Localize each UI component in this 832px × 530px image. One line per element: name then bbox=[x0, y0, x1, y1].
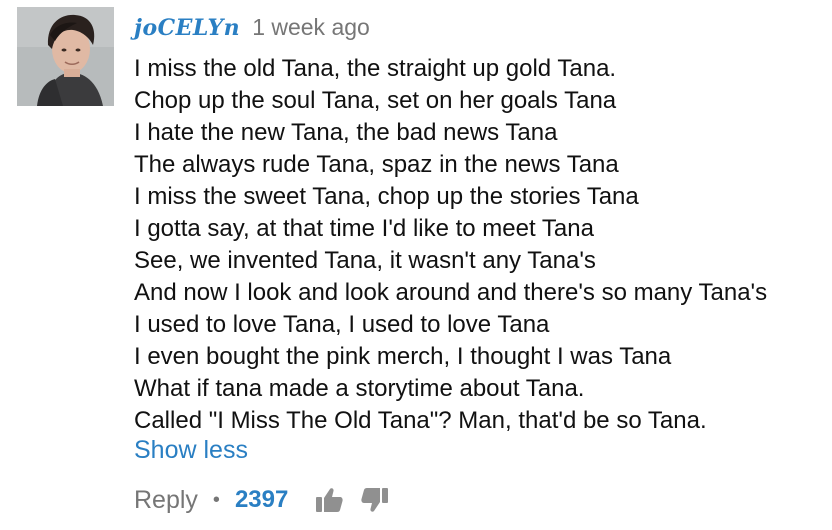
author-name[interactable]: joCELYn bbox=[134, 15, 240, 41]
like-count: 2397 bbox=[234, 486, 289, 513]
comment-line: I miss the sweet Tana, chop up the stori… bbox=[134, 183, 639, 210]
avatar[interactable] bbox=[17, 7, 114, 106]
separator-dot: • bbox=[212, 488, 220, 511]
comment-thread: joCELYn 1 week ago I miss the old Tana, t… bbox=[0, 0, 832, 530]
avatar-photo bbox=[17, 7, 114, 106]
comment-text: I miss the old Tana, the straight up gol… bbox=[134, 53, 767, 437]
comment-actions: Reply • 2397 bbox=[134, 483, 390, 517]
comment-line: Chop up the soul Tana, set on her goals … bbox=[134, 87, 617, 114]
comment-line: I used to love Tana, I used to love Tana bbox=[134, 311, 550, 338]
comment-header: joCELYn 1 week ago bbox=[134, 12, 370, 42]
dislike-button[interactable] bbox=[360, 485, 390, 515]
thumbs-up-icon bbox=[316, 488, 343, 512]
comment-line: I hate the new Tana, the bad news Tana bbox=[134, 119, 558, 146]
comment-line: I even bought the pink merch, I thought … bbox=[134, 343, 672, 370]
comment-line: See, we invented Tana, it wasn't any Tan… bbox=[134, 247, 596, 274]
reply-button[interactable]: Reply bbox=[134, 486, 198, 515]
comment-line: I miss the old Tana, the straight up gol… bbox=[134, 55, 617, 82]
thumbs-down-icon bbox=[361, 488, 389, 512]
comment-line: The always rude Tana, spaz in the news T… bbox=[134, 151, 619, 178]
comment-line: Called "I Miss The Old Tana"? Man, that'… bbox=[134, 407, 707, 434]
like-button[interactable] bbox=[314, 485, 344, 515]
comment-line: And now I look and look around and there… bbox=[134, 279, 768, 306]
show-less-link[interactable]: Show less bbox=[134, 434, 248, 466]
comment-timestamp[interactable]: 1 week ago bbox=[252, 14, 370, 40]
comment-line: What if tana made a storytime about Tana… bbox=[134, 375, 585, 402]
comment-line: I gotta say, at that time I'd like to me… bbox=[134, 215, 594, 242]
